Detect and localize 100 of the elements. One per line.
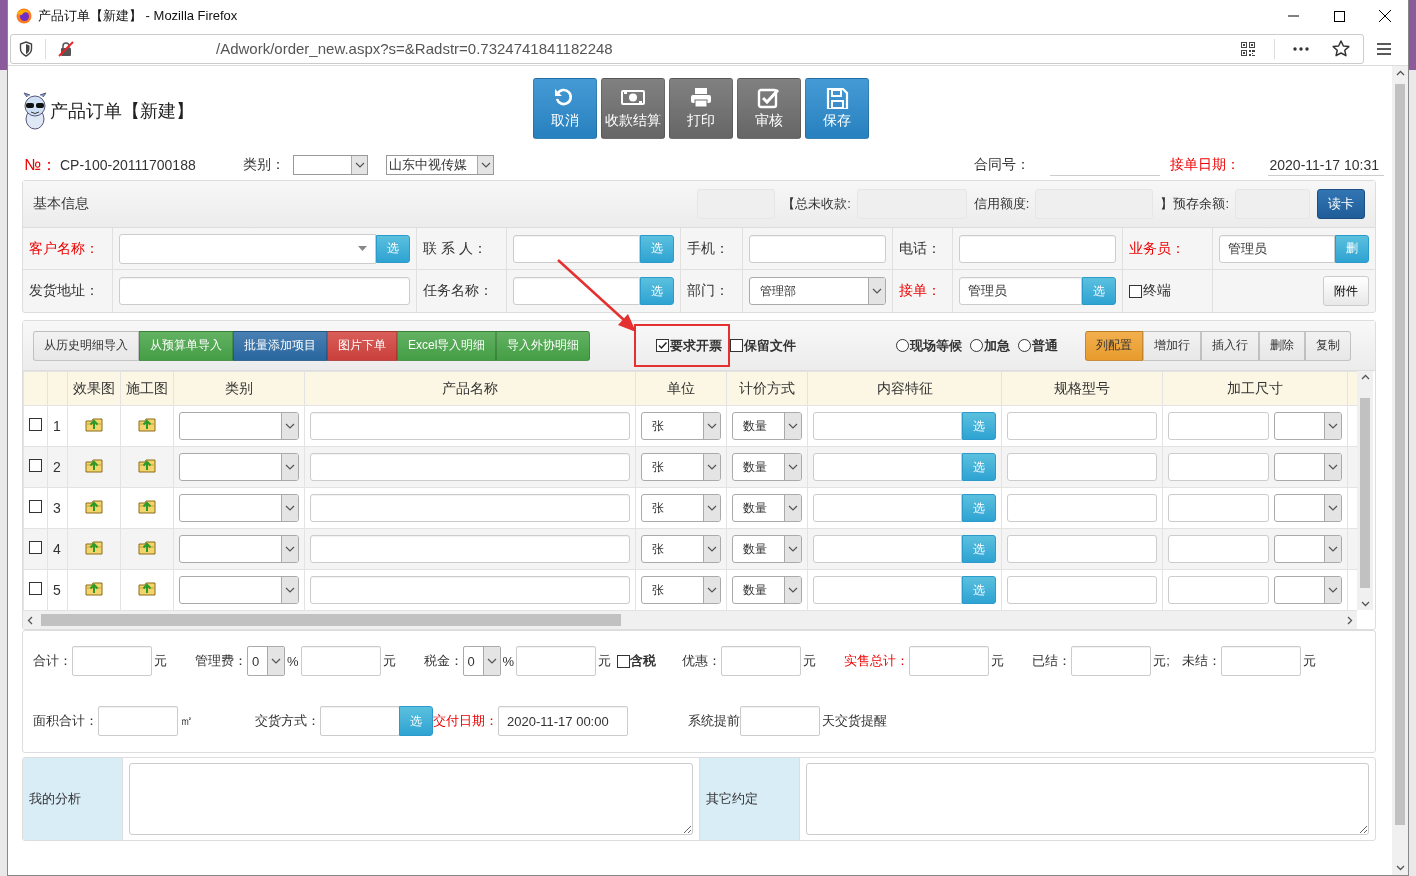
checkbox[interactable]: [617, 654, 631, 668]
row-action-button[interactable]: 增加行: [1143, 330, 1201, 361]
scroll-up-icon[interactable]: [1395, 70, 1405, 76]
dropdown[interactable]: [179, 535, 299, 563]
text-field[interactable]: 管理员: [959, 277, 1082, 305]
folder-upload-icon[interactable]: [138, 417, 156, 432]
dropdown[interactable]: 0: [247, 646, 285, 676]
dropdown[interactable]: 管理部: [749, 277, 886, 305]
folder-upload-icon[interactable]: [138, 499, 156, 514]
text-field[interactable]: [310, 494, 630, 522]
folder-upload-icon[interactable]: [85, 417, 103, 432]
scroll-right-icon[interactable]: [1347, 615, 1353, 625]
text-field[interactable]: 2020-11-17 00:00: [498, 706, 628, 736]
text-area[interactable]: [813, 494, 962, 522]
toolbar-button[interactable]: 取消: [533, 77, 597, 139]
dropdown[interactable]: 张: [641, 576, 721, 604]
checkbox[interactable]: [29, 459, 42, 472]
dropdown[interactable]: 数量: [732, 576, 802, 604]
combo-box[interactable]: [119, 233, 376, 264]
dropdown[interactable]: 数量: [732, 412, 802, 440]
row-action-button[interactable]: 删除: [1259, 330, 1305, 361]
row-action-button[interactable]: 复制: [1305, 330, 1351, 361]
toolbar-button[interactable]: 收款结算: [601, 77, 665, 139]
dropdown[interactable]: 山东中视传媒: [386, 155, 494, 175]
dropdown[interactable]: [179, 576, 299, 604]
text-field[interactable]: [310, 576, 630, 604]
text-area[interactable]: [1007, 535, 1157, 563]
text-field[interactable]: [516, 646, 597, 676]
text-field[interactable]: [1220, 646, 1301, 676]
dropdown[interactable]: [1274, 412, 1342, 440]
toolbar-button[interactable]: 保存: [805, 77, 869, 139]
dropdown[interactable]: 张: [641, 412, 721, 440]
dropdown[interactable]: 张: [641, 494, 721, 522]
radio-button[interactable]: [1018, 339, 1032, 352]
scroll-down-icon[interactable]: [1395, 865, 1405, 871]
checkbox[interactable]: [1129, 284, 1142, 298]
row-action-button[interactable]: 插入行: [1201, 330, 1259, 361]
dropdown[interactable]: [1274, 453, 1342, 481]
text-area[interactable]: [1168, 576, 1269, 604]
text-field[interactable]: [513, 234, 640, 263]
text-area[interactable]: [1168, 494, 1269, 522]
text-area[interactable]: [813, 412, 962, 440]
dropdown[interactable]: 数量: [732, 535, 802, 563]
checkbox[interactable]: [29, 500, 42, 513]
text-field[interactable]: [740, 706, 820, 736]
text-field[interactable]: [749, 234, 886, 263]
url-text[interactable]: /Adwork/order_new.aspx?s=&Radstr=0.7324741841182248: [216, 40, 1222, 57]
row-action-button[interactable]: 列配置: [1085, 330, 1143, 361]
text-field[interactable]: [300, 646, 381, 676]
checkbox[interactable]: [29, 582, 42, 595]
dropdown[interactable]: 数量: [732, 453, 802, 481]
dropdown[interactable]: [1274, 494, 1342, 522]
folder-upload-icon[interactable]: [138, 581, 156, 596]
folder-upload-icon[interactable]: [85, 499, 103, 514]
folder-upload-icon[interactable]: [85, 540, 103, 555]
text-field[interactable]: [119, 277, 410, 305]
vertical-scrollbar[interactable]: [1357, 371, 1373, 610]
dropdown[interactable]: 张: [641, 453, 721, 481]
checkbox[interactable]: [29, 418, 42, 431]
toolbar-button[interactable]: 打印: [669, 77, 733, 139]
text-field[interactable]: [513, 277, 640, 305]
text-field[interactable]: [310, 535, 630, 563]
vertical-scrollbar[interactable]: [1392, 66, 1408, 875]
radio-button[interactable]: [896, 339, 910, 352]
folder-upload-icon[interactable]: [138, 458, 156, 473]
text-field[interactable]: [909, 646, 990, 676]
read-card-button[interactable]: 读卡: [1317, 189, 1365, 219]
dropdown[interactable]: 0: [462, 646, 501, 676]
checkbox[interactable]: [29, 541, 42, 554]
text-area[interactable]: [1168, 412, 1269, 440]
text-field[interactable]: [320, 706, 400, 736]
dropdown[interactable]: [1274, 576, 1342, 604]
text-field[interactable]: [721, 646, 802, 676]
text-field[interactable]: [98, 706, 178, 736]
text-field[interactable]: [72, 646, 152, 676]
dropdown[interactable]: [293, 155, 368, 175]
text-field[interactable]: [959, 234, 1116, 263]
folder-upload-icon[interactable]: [85, 458, 103, 473]
import-button[interactable]: 从历史明细导入: [33, 330, 139, 361]
text-area[interactable]: [1168, 535, 1269, 563]
import-button[interactable]: 批量添加项目: [233, 330, 327, 361]
order-date-field[interactable]: 2020-11-17 10:31: [1267, 154, 1384, 176]
scroll-left-icon[interactable]: [27, 615, 33, 625]
text-field[interactable]: [1071, 646, 1152, 676]
dropdown[interactable]: [1274, 535, 1342, 563]
toolbar-button[interactable]: 审核: [737, 77, 801, 139]
text-area[interactable]: [805, 763, 1369, 835]
text-area[interactable]: [1007, 494, 1157, 522]
text-area[interactable]: [1007, 576, 1157, 604]
horizontal-scrollbar[interactable]: [23, 611, 1357, 629]
text-area[interactable]: [813, 535, 962, 563]
folder-upload-icon[interactable]: [85, 581, 103, 596]
text-field[interactable]: [310, 412, 630, 440]
scroll-up-icon[interactable]: [1360, 374, 1370, 380]
text-area[interactable]: [129, 763, 693, 835]
dropdown[interactable]: [179, 412, 299, 440]
text-area[interactable]: [813, 453, 962, 481]
scroll-down-icon[interactable]: [1360, 601, 1370, 607]
text-area[interactable]: [1007, 453, 1157, 481]
dropdown[interactable]: [179, 494, 299, 522]
